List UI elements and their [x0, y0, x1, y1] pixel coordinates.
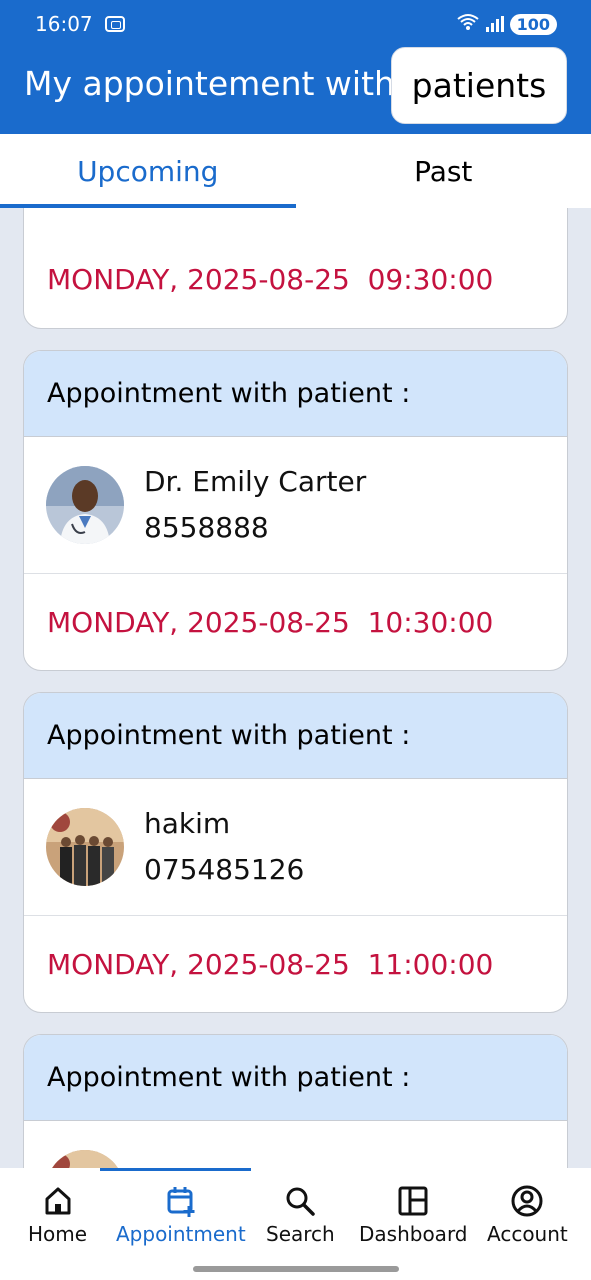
- appointment-card[interactable]: MONDAY, 2025-08-25 09:30:00: [23, 208, 568, 329]
- app-header: 16:07 100 My appointement with patients: [0, 0, 591, 134]
- home-icon: [45, 1187, 71, 1215]
- battery-indicator: 100: [509, 13, 557, 35]
- group-photo-avatar-icon: [46, 1150, 124, 1168]
- bottom-navigation: Home Appointment Search Dashboard Accoun…: [0, 1168, 591, 1280]
- nav-home[interactable]: Home: [28, 1184, 87, 1246]
- page-title: My appointement with: [24, 64, 395, 103]
- doctor-avatar-icon: [46, 466, 124, 544]
- active-tab-indicator: [100, 1168, 251, 1171]
- status-time: 16:07: [35, 12, 93, 36]
- patient-name: hakim: [144, 807, 231, 840]
- dashboard-icon: [398, 1186, 428, 1216]
- account-icon: [511, 1185, 543, 1217]
- nav-search-label: Search: [266, 1222, 335, 1246]
- appointment-date: MONDAY, 2025-08-25 10:30:00: [47, 605, 494, 639]
- status-bar: 16:07 100: [35, 10, 557, 38]
- patient-phone: 8558888: [144, 511, 269, 544]
- nav-account[interactable]: Account: [487, 1184, 568, 1246]
- tab-upcoming[interactable]: Upcoming: [0, 134, 296, 208]
- nav-dashboard[interactable]: Dashboard: [359, 1184, 468, 1246]
- search-icon: [286, 1187, 316, 1216]
- appointment-card-header: Appointment with patient :: [24, 1035, 567, 1121]
- tab-bar: Upcoming Past: [0, 134, 591, 208]
- appointment-card[interactable]: Appointment with patient : hakim 0754851…: [23, 692, 568, 1013]
- patient-info-row[interactable]: Dr. Emily Carter 8558888: [24, 437, 567, 574]
- patient-info-row[interactable]: hakim: [24, 1121, 567, 1168]
- patient-phone: 075485126: [144, 853, 305, 886]
- nav-appointment-label: Appointment: [116, 1222, 246, 1246]
- appointment-card[interactable]: Appointment with patient : hakim: [23, 1034, 568, 1168]
- appointment-card-header: Appointment with patient :: [24, 351, 567, 437]
- patient-info-row[interactable]: hakim 075485126: [24, 779, 567, 916]
- appointment-date: MONDAY, 2025-08-25 11:00:00: [47, 947, 494, 981]
- signal-icon: [485, 16, 504, 32]
- appointment-date: MONDAY, 2025-08-25 09:30:00: [47, 263, 494, 296]
- nav-appointment[interactable]: Appointment: [116, 1184, 246, 1246]
- screen-record-icon: [104, 16, 125, 32]
- calendar-add-icon: [167, 1187, 195, 1217]
- appointment-card[interactable]: Appointment with patient : Dr. Emily Car…: [23, 350, 568, 671]
- tab-past[interactable]: Past: [296, 134, 591, 208]
- nav-dashboard-label: Dashboard: [359, 1222, 468, 1246]
- nav-account-label: Account: [487, 1222, 568, 1246]
- patients-chip[interactable]: patients: [391, 47, 567, 124]
- wifi-icon: [456, 13, 480, 35]
- patient-name: Dr. Emily Carter: [144, 465, 367, 498]
- group-photo-avatar-icon: [46, 808, 124, 886]
- appointment-list[interactable]: MONDAY, 2025-08-25 09:30:00 Appointment …: [0, 208, 591, 1168]
- appointment-card-header: Appointment with patient :: [24, 693, 567, 779]
- nav-home-label: Home: [28, 1222, 88, 1246]
- gesture-home-bar[interactable]: [193, 1266, 399, 1272]
- nav-search[interactable]: Search: [266, 1184, 335, 1246]
